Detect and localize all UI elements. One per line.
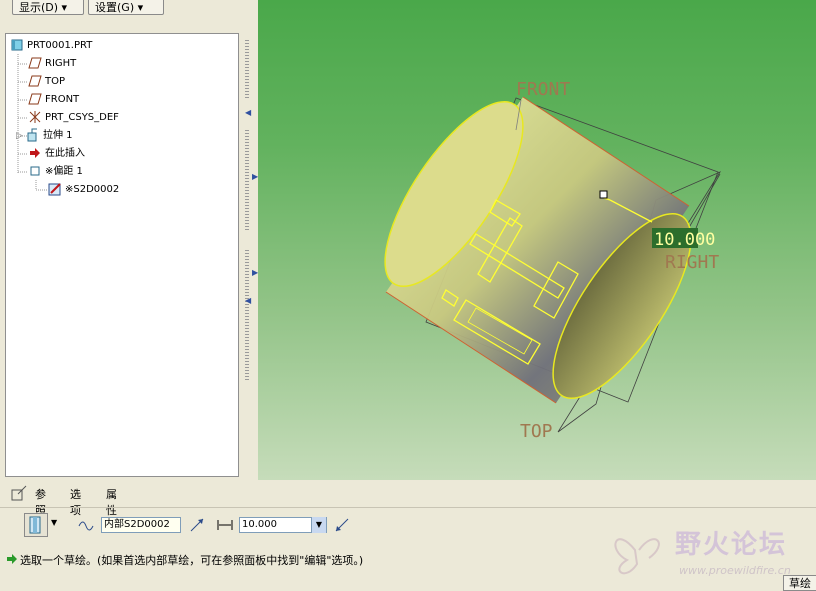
datum-label-top: TOP (520, 421, 553, 442)
part-icon (11, 39, 23, 51)
extrude-icon (27, 128, 37, 142)
datum-plane-icon (28, 75, 42, 87)
tree-item-front-plane[interactable]: FRONT (28, 92, 79, 108)
tree-root-item[interactable]: PRT0001.PRT (10, 38, 92, 54)
expand-arrow-icon[interactable]: ▷ (16, 128, 26, 144)
tree-item-sketch[interactable]: ※S2D0002 (48, 182, 119, 198)
tree-item-csys[interactable]: PRT_CSYS_DEF (28, 110, 119, 126)
sketch-collector-field[interactable]: 内部S2D0002 (101, 517, 181, 533)
tree-item-right-plane[interactable]: RIGHT (28, 56, 76, 72)
insert-arrow-icon (30, 148, 40, 158)
depth-icon (217, 520, 233, 530)
watermark-title: 野火论坛 (675, 530, 788, 560)
datum-label-front: FRONT (516, 79, 570, 100)
dashboard-icon (11, 485, 27, 501)
collapse-arrow-icon[interactable]: ◀ (245, 296, 251, 305)
extruded-cylinder[interactable] (360, 82, 715, 418)
forum-watermark: 野火论坛 www.proewildfire.cn (605, 520, 816, 580)
datum-plane-icon (28, 57, 42, 69)
splitter-grip[interactable] (245, 130, 249, 230)
depth-dimension[interactable]: 10.000 (654, 230, 715, 250)
watermark-url: www.proewildfire.cn (679, 564, 791, 577)
model-3d-view[interactable]: 10.000 FRONT RIGHT TOP (258, 0, 816, 480)
collapse-arrow-icon[interactable]: ◀ (245, 108, 251, 117)
flip-depth-icon[interactable] (333, 516, 351, 534)
dropdown-arrow-icon[interactable]: ▼ (51, 518, 57, 527)
tree-item-extrude[interactable]: ▷ 拉伸 1 (16, 128, 73, 144)
coordinate-system-icon (29, 111, 41, 123)
tree-item-top-plane[interactable]: TOP (28, 74, 65, 90)
splitter-grip[interactable] (245, 250, 249, 380)
drag-handle[interactable] (599, 190, 608, 199)
offset-feature-icon (30, 166, 40, 176)
tree-item-offset[interactable]: ※偏距 1 (28, 164, 83, 180)
datum-plane-icon (28, 93, 42, 105)
graphics-viewport[interactable]: 10.000 FRONT RIGHT TOP (258, 0, 816, 480)
splitter-grip[interactable] (245, 40, 249, 100)
prompt-arrow-icon (7, 554, 17, 564)
datum-label-right: RIGHT (665, 252, 719, 273)
depth-dropdown-arrow-icon[interactable]: ▼ (311, 517, 326, 533)
model-tree-panel: PRT0001.PRT RIGHT TOP FRONT PRT_CSYS_DEF… (5, 33, 239, 477)
status-message: 选取一个草绘。(如果首选内部草绘，可在参照面板中找到"编辑"选项。) (20, 554, 364, 567)
depth-value-input[interactable]: 10.000 ▼ (239, 517, 327, 533)
sketch-icon (48, 183, 61, 196)
tree-item-insert-here[interactable]: 在此插入 (28, 146, 85, 162)
butterfly-logo-icon (614, 538, 660, 575)
settings-menu-button[interactable]: 设置(G) ▾ (88, 0, 164, 15)
display-menu-button[interactable]: 显示(D) ▾ (12, 0, 84, 15)
panel-splitter[interactable]: ◀ ◀ ▶ ▶ (240, 0, 258, 480)
sketch-button[interactable]: 草绘 (783, 575, 816, 591)
sketch-curve-icon (78, 521, 94, 531)
offset-type-button[interactable] (24, 513, 48, 537)
flip-direction-icon[interactable] (188, 516, 206, 534)
offset-type-icon (29, 516, 41, 534)
navigator-toolbar: 显示(D) ▾ 设置(G) ▾ (0, 0, 240, 16)
